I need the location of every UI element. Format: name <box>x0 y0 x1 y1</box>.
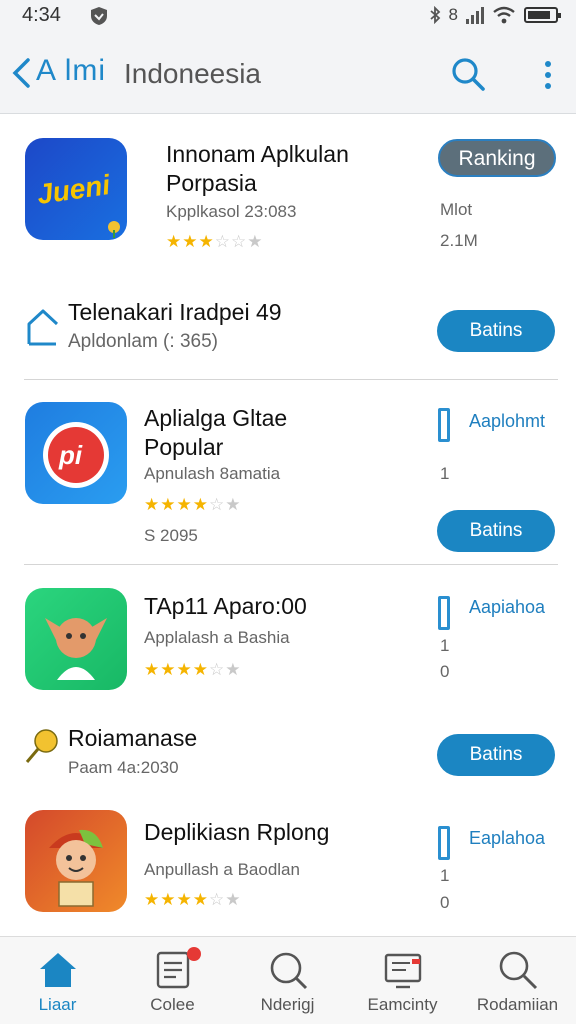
cell-signal-icon <box>466 6 484 24</box>
battery-icon <box>524 7 561 23</box>
app-subtitle: Paam 4a:2030 <box>68 758 179 777</box>
app-name: TAp11 Aparo:00 <box>144 593 307 619</box>
app-subtitle: Apldonlam (: 365) <box>68 331 218 352</box>
more-options-icon[interactable] <box>540 58 556 92</box>
key-icon <box>25 729 58 763</box>
flower-icon <box>108 221 120 238</box>
app-logo: A lmi <box>36 54 107 87</box>
app-icon <box>25 810 127 912</box>
app-subtitle: Anpullash a Baodlan <box>144 860 300 879</box>
back-icon[interactable] <box>10 56 32 90</box>
app-icon-text: pi <box>59 440 83 470</box>
app-icon: pi <box>25 402 127 504</box>
search-icon <box>270 952 308 990</box>
wifi-icon <box>493 6 515 24</box>
download-indicator-icon <box>438 826 450 860</box>
download-indicator-icon <box>438 408 450 442</box>
app-meta: 1 <box>440 464 450 483</box>
app-size: 2.1M <box>440 231 478 250</box>
status-bar: 4:34 8 <box>0 0 576 34</box>
star-rating: ★★★☆☆★ <box>166 232 264 251</box>
status-icons: 8 <box>429 5 561 25</box>
nav-item-search[interactable]: Nderigj <box>230 937 345 1024</box>
monitor-icon <box>384 953 422 989</box>
nav-item-home[interactable]: Liaar <box>0 937 115 1024</box>
app-subtitle: Applalash a Bashia <box>144 628 290 647</box>
nav-label: Rodamiian <box>476 995 559 1014</box>
nav-label: Colee <box>150 995 195 1014</box>
character-icon <box>49 829 103 907</box>
app-icon: Jueni <box>25 138 127 240</box>
star-rating: ★★★★☆★ <box>144 890 242 909</box>
app-name: Aplialga Gltae Popular <box>144 405 288 460</box>
nav-item-explore[interactable]: Rodamiian <box>460 937 575 1024</box>
app-subtitle: Apnulash 8amatia <box>144 464 281 483</box>
app-meta: 0 <box>440 662 450 681</box>
app-extra: S 2095 <box>144 526 198 545</box>
divider <box>24 564 558 565</box>
app-meta: 1 <box>440 636 450 655</box>
app-link[interactable]: Aaplohmt <box>469 411 545 432</box>
nav-label: Liaar <box>38 995 77 1014</box>
character-icon <box>45 618 107 680</box>
app-subtitle: Kpplkasol 23:083 <box>166 202 297 221</box>
app-name: Telenakari Iradpei 49 <box>68 299 282 325</box>
app-link[interactable]: Eaplahoa <box>469 828 545 849</box>
app-header: A lmi Indoneesia <box>0 34 576 114</box>
install-button[interactable]: Batins <box>437 510 555 552</box>
divider <box>24 379 558 380</box>
install-button[interactable]: Batins <box>437 310 555 352</box>
app-name: Innonam Aplkulan Porpasia <box>166 141 349 196</box>
star-rating: ★★★★☆★ <box>144 660 242 679</box>
app-meta: Mlot <box>440 200 473 219</box>
shield-icon <box>91 7 107 25</box>
search-icon[interactable] <box>450 56 486 92</box>
nav-item-documents[interactable]: Colee <box>115 937 230 1024</box>
status-time: 4:34 <box>22 4 61 26</box>
star-rating: ★★★★☆★ <box>144 495 242 514</box>
signal-label: 8 <box>448 5 458 24</box>
app-name: Deplikiasn Rplong <box>144 819 330 845</box>
bluetooth-icon <box>429 6 440 24</box>
app-link[interactable]: Aapiahoa <box>469 597 545 618</box>
nav-label: Nderigj <box>260 995 315 1014</box>
search-icon <box>499 951 538 990</box>
home-icon <box>40 953 76 987</box>
app-name: Roiamanase <box>68 725 198 751</box>
install-button[interactable]: Batins <box>437 734 555 776</box>
bottom-navigation: Liaar Colee Nderigj Eamcinty Rodamiian <box>0 936 576 1024</box>
ranking-button[interactable]: Ranking <box>438 139 556 177</box>
download-indicator-icon <box>438 596 450 630</box>
edit-icon <box>27 309 59 346</box>
app-icon-text: Jueni <box>35 169 112 210</box>
app-icon <box>25 588 127 690</box>
app-meta: 0 <box>440 893 450 912</box>
nav-item-community[interactable]: Eamcinty <box>345 937 460 1024</box>
nav-label: Eamcinty <box>367 995 438 1014</box>
page-title: Indoneesia <box>124 58 262 89</box>
app-meta: 1 <box>440 866 450 885</box>
notification-badge <box>187 947 201 961</box>
